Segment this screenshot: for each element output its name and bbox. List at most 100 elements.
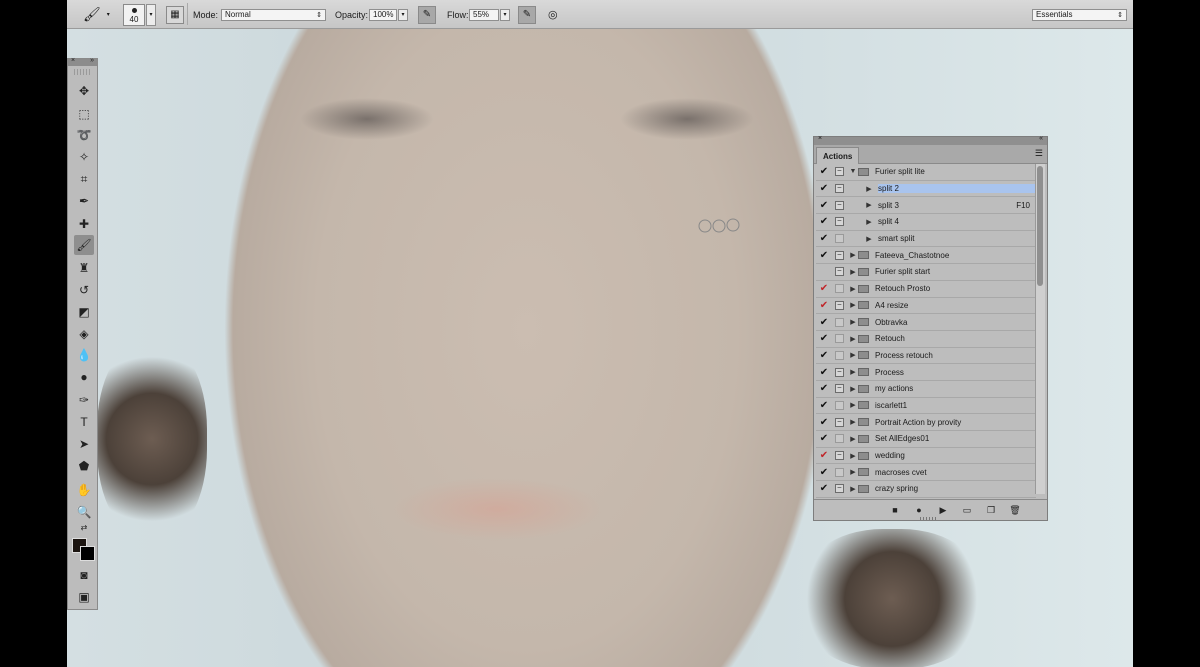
toggle-checkmark-icon[interactable]: ✔	[816, 450, 832, 461]
stop-button[interactable]: ■	[888, 503, 902, 517]
expand-right-icon[interactable]: ▶	[848, 268, 858, 276]
background-color-swatch[interactable]	[80, 546, 95, 561]
toggle-checkmark-icon[interactable]: ✔	[816, 433, 832, 444]
collapse-icon[interactable]: »	[90, 57, 94, 64]
expand-right-icon[interactable]: ▶	[848, 351, 858, 359]
expand-right-icon[interactable]: ▶	[864, 201, 874, 209]
marquee-tool-icon[interactable]: ⬚	[74, 104, 94, 124]
history-brush-tool-icon[interactable]: ↺	[74, 280, 94, 300]
dialog-toggle-icon[interactable]	[835, 467, 844, 477]
close-icon[interactable]: ×	[818, 135, 822, 142]
pen-tool-icon[interactable]: ✑	[74, 390, 94, 410]
expand-right-icon[interactable]: ▶	[864, 185, 874, 193]
action-set-row[interactable]: ✔ – ▼ Furier split lite	[816, 164, 1036, 181]
dialog-toggle-icon[interactable]: –	[835, 184, 844, 194]
brush-tool-preset[interactable]: 🖌 ▾	[83, 0, 110, 29]
pressure-opacity-toggle[interactable]: ✎	[418, 0, 436, 29]
action-set-row[interactable]: – ▶ Furier split start	[816, 264, 1036, 281]
dialog-toggle-icon[interactable]: –	[835, 267, 844, 277]
toggle-checkmark-icon[interactable]: ✔	[816, 216, 832, 227]
expand-right-icon[interactable]: ▶	[848, 251, 858, 259]
actions-scrollbar[interactable]	[1035, 164, 1045, 494]
tab-actions[interactable]: Actions	[816, 147, 860, 164]
shape-tool-icon[interactable]: ⬟	[74, 456, 94, 476]
dialog-toggle-icon[interactable]: –	[835, 484, 844, 494]
mode-select[interactable]: Normal ⇕	[221, 0, 326, 29]
toggle-checkmark-icon[interactable]: ✔	[816, 166, 832, 177]
expand-right-icon[interactable]: ▶	[848, 485, 858, 493]
resize-grip[interactable]	[920, 517, 938, 520]
quick-selection-tool-icon[interactable]: ✧	[74, 147, 94, 167]
delete-button[interactable]: 🗑	[1008, 503, 1022, 517]
dialog-toggle-icon[interactable]: –	[835, 300, 844, 310]
new-action-button[interactable]: ❐	[984, 503, 998, 517]
dialog-toggle-icon[interactable]	[835, 234, 844, 244]
action-set-row[interactable]: ✔ – ▶ Fateeva_Chastotnoe	[816, 247, 1036, 265]
toolbox-grip[interactable]	[74, 69, 91, 75]
toggle-checkmark-icon[interactable]: ✔	[816, 333, 832, 344]
dialog-toggle-icon[interactable]	[835, 317, 844, 327]
blur-tool-icon[interactable]: 💧	[74, 345, 94, 365]
toolbox-header[interactable]: × »	[68, 57, 97, 66]
toggle-checkmark-icon[interactable]: ✔	[816, 367, 832, 378]
toggle-checkmark-icon[interactable]: ✔	[816, 317, 832, 328]
action-set-row[interactable]: ✔ – ▶ A4 resize	[816, 298, 1036, 315]
expand-right-icon[interactable]: ▶	[848, 301, 858, 309]
clone-stamp-tool-icon[interactable]: ♜	[74, 258, 94, 278]
toggle-checkmark-icon[interactable]: ✔	[816, 350, 832, 361]
chevron-down-icon[interactable]: ▾	[146, 3, 156, 26]
toggle-checkmark-icon[interactable]: ✔	[816, 283, 832, 294]
toggle-checkmark-icon[interactable]: ✔	[816, 183, 832, 194]
action-set-row[interactable]: ✔ – ▶ wedding	[816, 448, 1036, 465]
expand-right-icon[interactable]: ▶	[848, 318, 858, 326]
dialog-toggle-icon[interactable]: –	[835, 200, 844, 210]
action-set-row[interactable]: ✔ – ▶ Portrait Action by provity	[816, 414, 1036, 431]
action-set-row[interactable]: ✔ – ▶ crazy spring	[816, 481, 1036, 498]
paint-bucket-tool-icon[interactable]: ◈	[74, 324, 94, 344]
flow-field[interactable]: 55% ▾	[469, 0, 510, 29]
action-set-row[interactable]: ✔ ▶ Process retouch	[816, 348, 1036, 365]
dialog-toggle-icon[interactable]	[835, 434, 844, 444]
toggle-checkmark-icon[interactable]: ✔	[816, 200, 832, 211]
action-row[interactable]: ✔ – ▶ split 3 F10	[816, 197, 1036, 215]
brush-panel-toggle[interactable]: ▦	[166, 0, 184, 29]
lasso-tool-icon[interactable]: ➰	[74, 125, 94, 145]
action-set-row[interactable]: ✔ – ▶ my actions	[816, 381, 1036, 398]
pressure-size-toggle[interactable]: ◎	[548, 0, 558, 29]
expand-right-icon[interactable]: ▶	[848, 435, 858, 443]
chevron-down-icon[interactable]: ▾	[500, 8, 510, 21]
crop-tool-icon[interactable]: ⌗	[74, 169, 94, 189]
expand-right-icon[interactable]: ▶	[848, 385, 858, 393]
panel-menu-icon[interactable]: ☰	[1035, 148, 1043, 159]
action-set-row[interactable]: ✔ ▶ Retouch	[816, 331, 1036, 348]
dialog-toggle-icon[interactable]	[835, 284, 844, 294]
toggle-checkmark-icon[interactable]: ✔	[816, 400, 832, 411]
action-set-row[interactable]: ✔ ▶ Set AllEdges01	[816, 431, 1036, 448]
action-row[interactable]: ✔ – ▶ split 2	[816, 181, 1036, 198]
toggle-checkmark-icon[interactable]: ✔	[816, 250, 832, 261]
chevron-down-icon[interactable]: ▾	[398, 8, 408, 21]
collapse-icon[interactable]: «	[1039, 135, 1043, 142]
toggle-checkmark-icon[interactable]: ✔	[816, 383, 832, 394]
action-row[interactable]: ✔ – ▶ split 4	[816, 214, 1036, 231]
expand-down-icon[interactable]: ▼	[848, 168, 858, 175]
action-set-row[interactable]: ✔ ▶ macroses cvet	[816, 464, 1036, 482]
toggle-checkmark-icon[interactable]: ✔	[816, 467, 832, 478]
dialog-toggle-icon[interactable]: –	[835, 417, 844, 427]
hand-tool-icon[interactable]: ✋	[74, 480, 94, 500]
action-row[interactable]: ✔ ▶ smart split	[816, 231, 1036, 248]
eraser-tool-icon[interactable]: ◩	[74, 302, 94, 322]
healing-brush-tool-icon[interactable]: ✚	[74, 214, 94, 234]
zoom-tool-icon[interactable]: 🔍	[74, 502, 94, 522]
expand-right-icon[interactable]: ▶	[848, 285, 858, 293]
expand-right-icon[interactable]: ▶	[848, 368, 858, 376]
toggle-checkmark-icon[interactable]: ✔	[816, 233, 832, 244]
dialog-toggle-icon[interactable]: –	[835, 250, 844, 260]
dialog-toggle-icon[interactable]: –	[835, 451, 844, 461]
dialog-toggle-icon[interactable]	[835, 350, 844, 360]
expand-right-icon[interactable]: ▶	[864, 235, 874, 243]
dialog-toggle-icon[interactable]	[835, 334, 844, 344]
dialog-toggle-icon[interactable]: –	[835, 384, 844, 394]
dialog-toggle-icon[interactable]: –	[835, 167, 844, 177]
scrollbar-thumb[interactable]	[1037, 166, 1043, 286]
